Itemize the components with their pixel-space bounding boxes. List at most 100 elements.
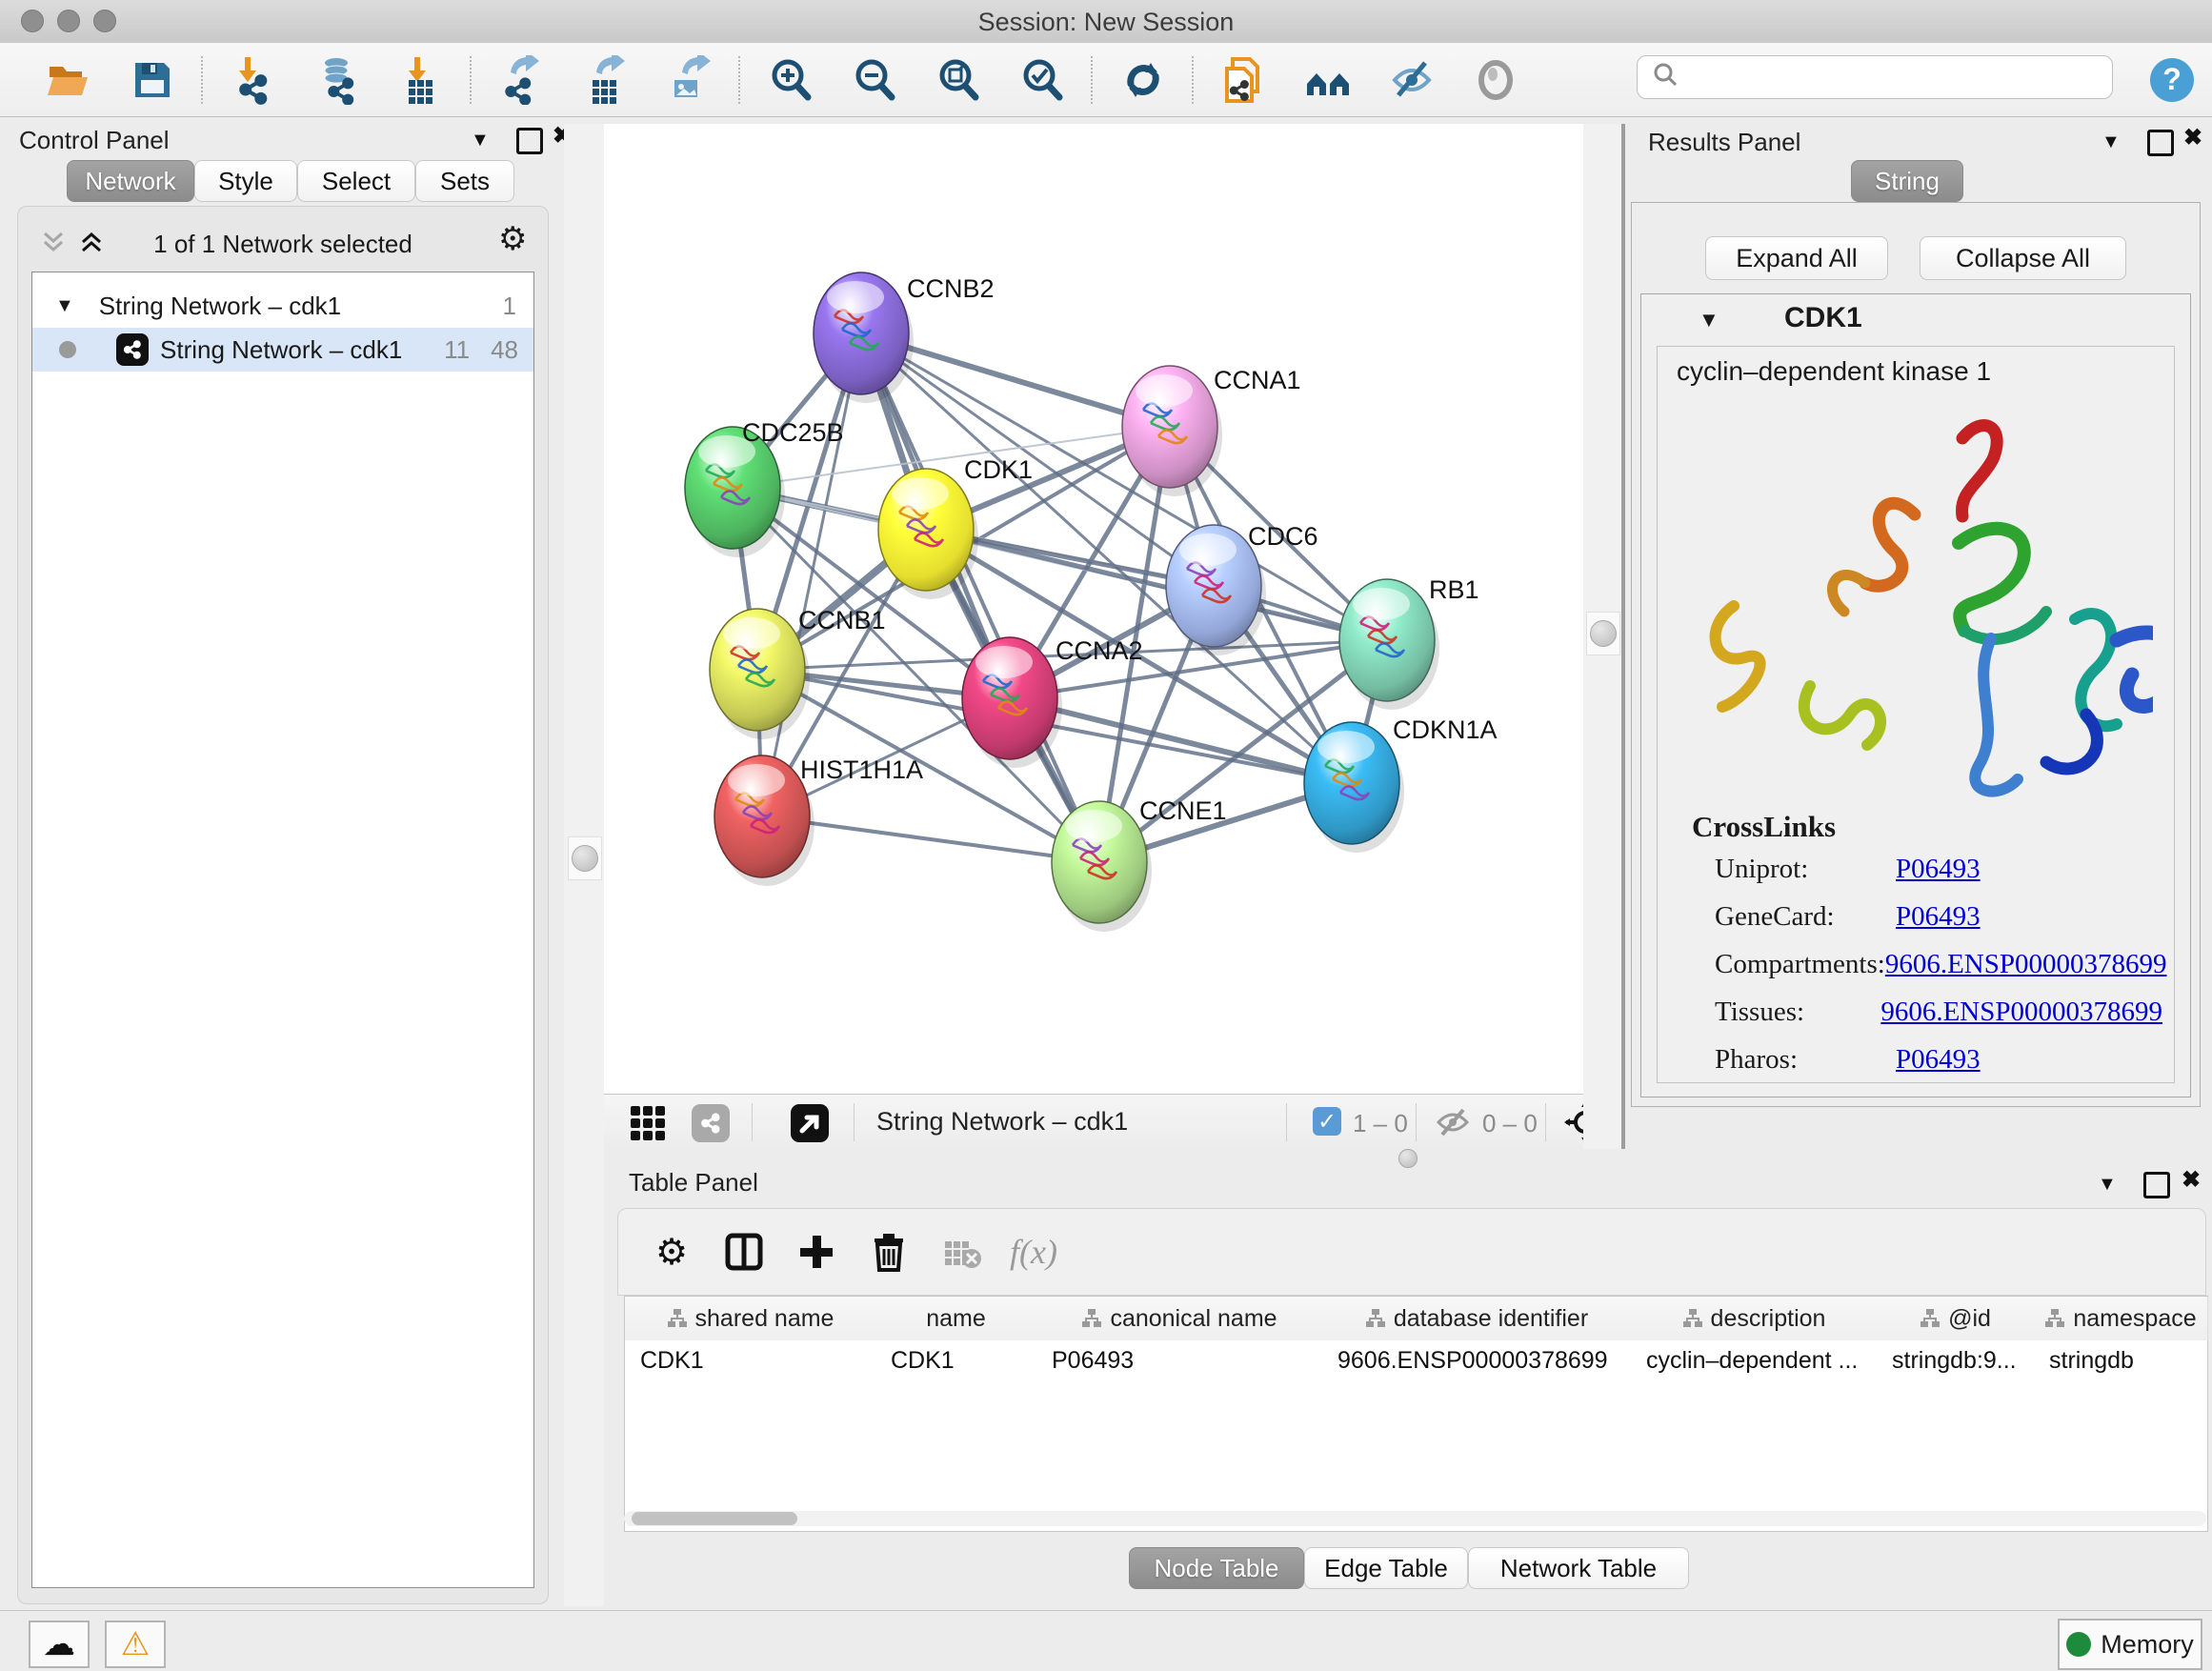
right-splitter-handle[interactable]	[1586, 612, 1620, 655]
detach-view-icon[interactable]	[791, 1104, 829, 1147]
tab-style[interactable]: Style	[194, 160, 297, 202]
tab-string[interactable]: String	[1851, 160, 1963, 202]
table-panel-float-icon[interactable]: ▼	[2098, 1172, 2117, 1197]
export-table-icon[interactable]	[575, 54, 636, 106]
network-tree-row[interactable]: ▼ String Network – cdk1 1	[32, 284, 533, 328]
table-cell[interactable]: cyclin–dependent ...	[1631, 1340, 1877, 1380]
horizontal-splitter[interactable]	[604, 1149, 2212, 1164]
selected-checkbox[interactable]: ✓	[1313, 1107, 1341, 1136]
add-icon[interactable]	[790, 1228, 843, 1276]
table-cell[interactable]: CDK1	[875, 1340, 1036, 1380]
control-panel-maximize-icon[interactable]	[516, 128, 543, 154]
zoom-selected-icon[interactable]	[1012, 54, 1073, 106]
network-node-CCNE1[interactable]: CCNE1	[1052, 796, 1227, 932]
hidden-eye-icon	[1435, 1106, 1471, 1143]
cdk1-collapse-icon[interactable]: ▼	[1699, 308, 1719, 332]
table-cell[interactable]: 9606.ENSP00000378699	[1322, 1340, 1631, 1380]
table-hscrollbar[interactable]	[624, 1511, 2206, 1526]
column-header-name[interactable]: name	[875, 1297, 1037, 1340]
crosslink-row: GeneCard: P06493	[1715, 901, 2162, 933]
save-session-icon[interactable]	[122, 54, 183, 106]
search-input[interactable]	[1637, 55, 2113, 99]
zoom-fit-icon[interactable]	[928, 54, 989, 106]
zoom-out-icon[interactable]	[844, 54, 905, 106]
gear-icon[interactable]: ⚙	[645, 1228, 698, 1276]
hidden-count: 0 – 0	[1482, 1109, 1538, 1138]
import-table-icon[interactable]	[391, 54, 452, 106]
function-icon: f(x)	[1007, 1228, 1060, 1276]
houses-icon[interactable]	[1297, 54, 1358, 106]
results-panel-close-icon[interactable]: ✖	[2183, 126, 2202, 151]
tab-edge-table[interactable]: Edge Table	[1304, 1547, 1468, 1589]
column-header-shared-name[interactable]: shared name	[625, 1297, 876, 1340]
memory-button[interactable]: Memory	[2058, 1619, 2202, 1670]
table-hscrollbar-thumb[interactable]	[632, 1512, 797, 1525]
crosslink-value-link[interactable]: P06493	[1896, 1044, 1981, 1076]
zoom-in-icon[interactable]	[760, 54, 821, 106]
export-image-icon[interactable]	[659, 54, 720, 106]
export-network-icon[interactable]	[492, 54, 553, 106]
table-cell[interactable]: stringdb:9...	[1877, 1340, 2034, 1380]
doc-share-icon[interactable]	[1214, 54, 1275, 106]
cdk1-section-title: CDK1	[1784, 302, 1862, 334]
network-node-CDC6[interactable]: CDC6	[1166, 522, 1318, 655]
crosslink-label: Compartments:	[1715, 949, 1885, 980]
open-session-icon[interactable]	[38, 54, 99, 106]
crosslink-label: Pharos:	[1715, 1044, 1896, 1076]
tab-network[interactable]: Network	[67, 160, 194, 202]
warning-button[interactable]: ⚠	[105, 1621, 166, 1668]
left-splitter[interactable]	[564, 124, 604, 1606]
tab-node-table[interactable]: Node Table	[1129, 1547, 1304, 1589]
import-network-icon[interactable]	[223, 54, 284, 106]
eye-icon[interactable]	[1465, 54, 1526, 106]
hide-icon[interactable]	[1381, 54, 1442, 106]
network-node-HIST1H1A[interactable]: HIST1H1A	[714, 755, 923, 886]
table-cell[interactable]: CDK1	[625, 1340, 875, 1380]
node-table[interactable]: shared namenamecanonical namedatabase id…	[624, 1296, 2208, 1532]
crosslink-value-link[interactable]: 9606.ENSP00000378699	[1880, 997, 2162, 1028]
network-node-CCNB1[interactable]: CCNB1	[710, 606, 886, 739]
column-header-description[interactable]: description	[1631, 1297, 1878, 1340]
crosslink-value-link[interactable]: 9606.ENSP00000378699	[1885, 949, 2167, 980]
network-grid-view-icon[interactable]	[629, 1104, 667, 1147]
table-cell[interactable]: P06493	[1036, 1340, 1322, 1380]
table-panel-close-icon[interactable]: ✖	[2182, 1168, 2201, 1193]
column-header-database-identifier[interactable]: database identifier	[1322, 1297, 1632, 1340]
table-panel-maximize-icon[interactable]	[2143, 1172, 2170, 1198]
column-header--id[interactable]: @id	[1877, 1297, 2035, 1340]
refresh-icon[interactable]	[1113, 54, 1174, 106]
network-selection-status: 1 of 1 Network selected	[18, 230, 548, 259]
crosslink-value-link[interactable]: P06493	[1896, 901, 1981, 933]
tab-select[interactable]: Select	[297, 160, 415, 202]
right-splitter[interactable]	[1583, 124, 1621, 1151]
network-node-CDKN1A[interactable]: CDKN1A	[1304, 715, 1498, 853]
results-panel-maximize-icon[interactable]	[2147, 130, 2174, 156]
warning-icon: ⚠	[121, 1625, 150, 1663]
network-node-RB1[interactable]: RB1	[1339, 575, 1479, 710]
network-options-gear-icon[interactable]: ⚙	[498, 220, 527, 258]
columns-icon[interactable]	[717, 1228, 771, 1276]
network-share-view-icon[interactable]	[692, 1104, 730, 1147]
column-header-canonical-name[interactable]: canonical name	[1036, 1297, 1323, 1340]
network-canvas[interactable]: CCNB2 CCNA1 CDC25B CDK1 CDC6	[604, 124, 1583, 1094]
results-panel-float-icon[interactable]: ▼	[2101, 130, 2121, 154]
table-cell[interactable]: stringdb	[2034, 1340, 2207, 1380]
trash-icon[interactable]	[862, 1228, 915, 1276]
crosslink-value-link[interactable]: P06493	[1896, 854, 1981, 885]
network-tree-row[interactable]: String Network – cdk1 11 48	[32, 328, 533, 372]
import-network-database-icon[interactable]	[307, 54, 368, 106]
expand-all-button[interactable]: Expand All	[1705, 236, 1888, 280]
cloud-button[interactable]: ☁	[29, 1621, 90, 1668]
tab-network-table[interactable]: Network Table	[1468, 1547, 1689, 1589]
control-panel-float-icon[interactable]: ▼	[471, 128, 490, 152]
collapse-all-button[interactable]: Collapse All	[1920, 236, 2126, 280]
column-header-namespace[interactable]: namespace	[2034, 1297, 2208, 1340]
tree-expand-icon[interactable]: ▼	[55, 295, 74, 317]
memory-label: Memory	[2101, 1630, 2194, 1660]
help-icon[interactable]: ?	[2142, 54, 2202, 106]
svg-text:?: ?	[2162, 62, 2182, 96]
network-node-CCNA1[interactable]: CCNA1	[1122, 366, 1301, 496]
network-node-CCNB2[interactable]: CCNB2	[814, 272, 995, 403]
left-splitter-handle[interactable]	[568, 836, 602, 880]
tab-sets[interactable]: Sets	[415, 160, 514, 202]
